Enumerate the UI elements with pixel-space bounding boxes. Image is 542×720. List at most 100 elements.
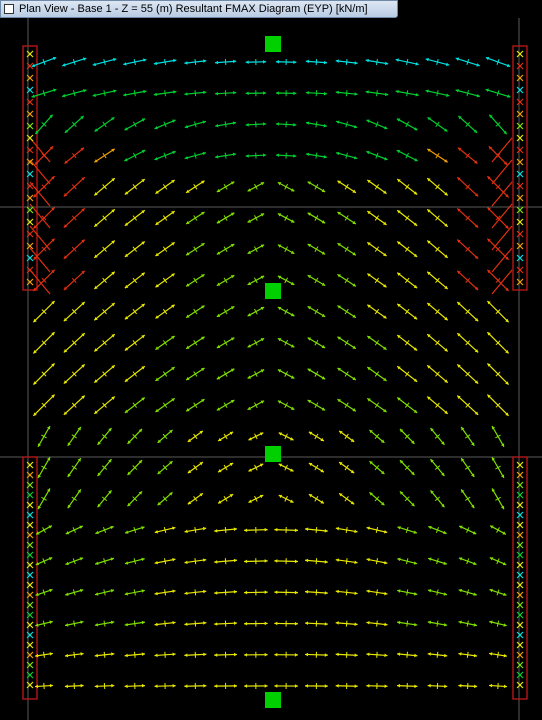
force-arrow [63,239,86,260]
arrow-head [244,528,248,533]
force-arrow [155,335,176,351]
force-arrow [248,432,264,441]
force-arrow [31,88,57,98]
arrow-tick [406,58,409,66]
arrow-head [354,591,358,596]
force-arrow [430,489,445,508]
force-arrow [185,242,205,256]
force-arrow [277,400,295,411]
force-arrow [155,273,176,288]
force-arrow [61,89,87,98]
arrow-head [245,91,249,96]
arrow-tick [164,58,167,66]
force-arrow [486,175,510,198]
arrow-tick [71,465,78,470]
plan-view-canvas[interactable] [0,18,542,720]
arrow-head [233,590,237,594]
arrow-head [384,684,388,689]
force-arrow [154,682,176,690]
force-arrow [244,526,268,534]
arrow-tick [406,620,409,627]
arrow-head [294,621,298,626]
arrow-head [263,60,267,64]
force-arrow [399,459,415,476]
force-arrow [456,363,479,385]
wall-marker [516,461,524,469]
arrow-tick [71,496,78,501]
force-arrow [366,119,388,130]
arrow-head [274,621,278,626]
support-square-icon [265,283,281,299]
arrow-head [293,154,297,158]
force-arrow [217,493,234,504]
arrow-head [203,652,207,657]
wall-marker [516,278,524,286]
force-arrow [31,56,57,68]
arrow-head [233,621,237,626]
arrow-tick [344,340,349,346]
arrow-tick [163,526,167,534]
force-arrow [127,490,143,507]
force-arrow [305,90,328,97]
force-arrow [277,181,295,192]
force-arrow [35,557,53,566]
wall-marker [516,531,524,539]
wall-marker [516,158,524,166]
force-arrow [337,398,357,412]
force-arrow [396,178,418,195]
arrow-head [274,684,278,688]
force-arrow [214,558,238,565]
arrow-head [184,61,188,65]
arrow-tick [162,277,168,284]
force-arrow [124,178,146,195]
force-arrow [425,57,450,67]
arrow-head [203,90,207,95]
arrow-tick [193,246,198,252]
arrow-head [458,683,462,688]
force-arrow [460,489,475,509]
arrow-shaft [491,159,513,185]
wall-marker [516,671,524,679]
force-arrow [305,121,327,128]
wall-marker [516,194,524,202]
force-arrow [63,207,86,229]
force-arrow [124,241,146,258]
wall-marker [516,551,524,559]
force-arrow [67,489,82,509]
arrow-head [124,653,128,658]
arrow-head [323,60,327,65]
wall-marker [516,641,524,649]
force-arrow [274,526,298,534]
force-arrow [154,150,176,161]
force-arrow [275,152,297,159]
arrow-head [215,60,219,65]
force-arrow [216,368,235,380]
force-arrow [427,682,448,690]
arrow-head [233,652,237,657]
arrow-head [244,653,248,657]
force-arrow [93,271,116,290]
arrow-tick [464,465,471,470]
wall-marker [516,561,524,569]
arrow-tick [374,402,380,408]
force-arrow [184,526,207,534]
force-arrow [64,682,84,690]
arrow-head [244,684,248,688]
wall-marker [516,591,524,599]
arrow-head [366,620,370,625]
force-arrow [93,364,116,384]
wall-element [512,45,528,291]
force-arrow [366,620,388,627]
force-arrow [247,213,265,223]
arrow-tick [345,90,348,97]
force-arrow [305,58,328,66]
wall-marker [516,611,524,619]
window-titlebar[interactable]: Plan View - Base 1 - Z = 55 (m) Resultan… [0,0,398,18]
force-arrow [486,331,510,354]
force-arrow [338,430,355,443]
force-arrow [277,306,295,317]
arrow-head [264,590,268,595]
force-arrow [216,305,235,318]
force-arrow [37,425,51,448]
force-arrow [124,682,146,690]
